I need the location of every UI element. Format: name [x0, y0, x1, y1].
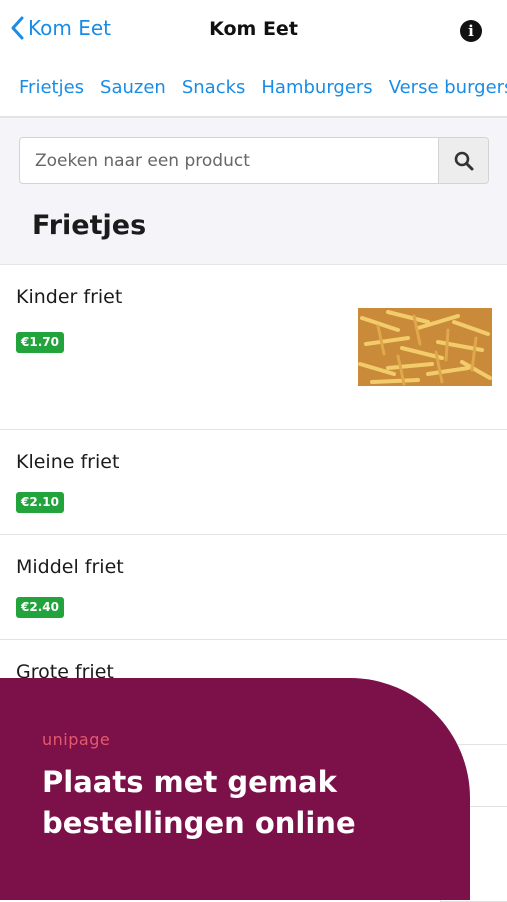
search-input[interactable]: [20, 138, 438, 183]
promo-banner: unipage Plaats met gemak bestellingen on…: [0, 678, 470, 900]
navigation-bar: Kom Eet Kom Eet i: [0, 0, 507, 61]
fries-image: [358, 308, 492, 386]
section-title: Frietjes: [32, 210, 147, 241]
page-title: Kom Eet: [209, 18, 298, 40]
product-name: Middel friet: [16, 556, 124, 578]
info-icon[interactable]: i: [460, 20, 482, 42]
price-badge: €1.70: [16, 332, 64, 353]
search-box: [19, 137, 489, 184]
product-name: Kinder friet: [16, 286, 123, 308]
search-icon: [454, 151, 473, 170]
product-item-middel-friet[interactable]: Middel friet €2.40: [0, 535, 507, 640]
product-name: Kleine friet: [16, 451, 120, 473]
search-button[interactable]: [438, 138, 488, 183]
price-badge: €2.10: [16, 492, 64, 513]
tab-frietjes[interactable]: Frietjes: [19, 60, 84, 98]
product-list: Kinder friet €1.70 Kleine friet €2.10 Mi…: [0, 265, 507, 745]
tab-hamburgers[interactable]: Hamburgers: [261, 60, 372, 98]
product-item-kinder-friet[interactable]: Kinder friet €1.70: [0, 265, 507, 430]
tab-snacks[interactable]: Snacks: [182, 60, 246, 98]
product-item-kleine-friet[interactable]: Kleine friet €2.10: [0, 430, 507, 535]
tab-sauzen[interactable]: Sauzen: [100, 60, 166, 98]
search-section: Frietjes: [0, 118, 507, 265]
tab-verse-burgers[interactable]: Verse burgers: [389, 60, 507, 98]
promo-headline: Plaats met gemak bestellingen online: [42, 765, 356, 840]
category-tabs: Frietjes Sauzen Snacks Hamburgers Verse burg…: [0, 60, 507, 118]
price-badge: €2.40: [16, 597, 64, 618]
unipage-logo: unipage: [42, 730, 111, 749]
